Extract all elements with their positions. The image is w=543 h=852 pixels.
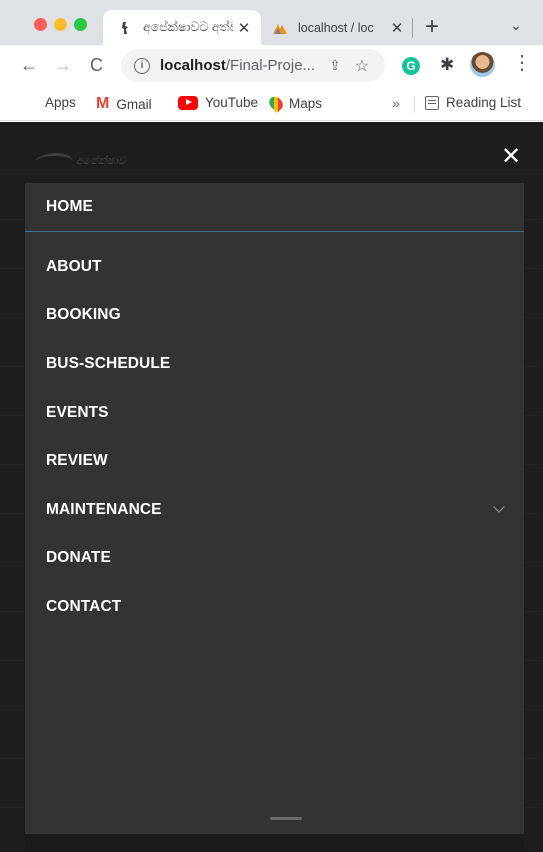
nav-item-label: BUS-SCHEDULE (46, 354, 171, 372)
share-icon[interactable]: ⇪ (329, 57, 341, 74)
nav-item-maintenance[interactable]: MAINTENANCE (25, 485, 524, 534)
bookmark-apps[interactable]: Apps (24, 95, 76, 110)
mobile-nav-menu: HOME ABOUT BOOKING BUS-SCHEDULE EVENTS R… (25, 183, 524, 834)
extensions-puzzle-icon[interactable]: ✱ (440, 55, 454, 75)
close-menu-button[interactable]: ✕ (500, 145, 522, 169)
youtube-icon (178, 95, 198, 110)
maps-icon (266, 93, 286, 114)
nav-item-label: MAINTENANCE (46, 500, 162, 518)
nav-item-label: ABOUT (46, 257, 102, 275)
page-footer-strip (25, 834, 524, 852)
bookmark-label: Apps (45, 95, 76, 110)
bookmark-label: YouTube (205, 95, 259, 110)
nav-item-about[interactable]: ABOUT (25, 242, 524, 291)
tab-inactive[interactable]: localhost / loc ✕ (266, 10, 414, 45)
site-info-icon[interactable]: i (134, 57, 150, 74)
gmail-icon: M (96, 95, 110, 112)
window-zoom-dot[interactable] (74, 18, 87, 31)
page-viewport: අපේක්ෂාව ✕ HOME ABOUT BOOKING BUS-SCHEDU… (0, 122, 543, 852)
bookmark-label: Maps (289, 95, 323, 111)
bookmark-label: Gmail (116, 96, 152, 112)
scroll-indicator (270, 817, 302, 820)
window-close-dot[interactable] (34, 18, 47, 31)
nav-item-label: EVENTS (46, 403, 109, 421)
window-minimize-dot[interactable] (54, 18, 67, 31)
reading-list-button[interactable]: Reading List (425, 95, 521, 110)
logo-text: අපේක්ෂාව (76, 154, 126, 167)
reading-list-icon (425, 95, 439, 110)
nav-item-label: CONTACT (46, 597, 122, 615)
url-path: /Final-Proje... (225, 57, 316, 74)
new-tab-button[interactable]: + (425, 14, 439, 40)
apps-grid-icon (24, 96, 38, 110)
tab-title: අපේක්ෂාවට අත්ව (143, 20, 233, 34)
forward-button[interactable]: → (54, 55, 72, 75)
bookmarks-bar: Apps M Gmail YouTube Maps » Reading List (0, 87, 543, 121)
address-bar[interactable]: i localhost /Final-Proje... ⇪ ☆ (121, 49, 385, 82)
nav-item-donate[interactable]: DONATE (25, 533, 524, 582)
browser-toolbar: ← → C i localhost /Final-Proje... ⇪ ☆ G … (0, 45, 543, 87)
nav-item-booking[interactable]: BOOKING (25, 290, 524, 339)
tab-close-icon[interactable]: ✕ (386, 19, 408, 37)
site-logo[interactable]: අපේක්ෂාව (30, 150, 144, 176)
tab-search-chevron-icon[interactable]: ⌄ (510, 17, 522, 34)
profile-avatar[interactable] (470, 52, 495, 77)
tab-active[interactable]: අපේක්ෂාවට අත්ව ✕ (103, 10, 261, 45)
back-button[interactable]: ← (20, 55, 38, 75)
chevron-down-icon[interactable] (493, 501, 505, 513)
nav-item-label: BOOKING (46, 305, 121, 323)
nav-item-events[interactable]: EVENTS (25, 388, 524, 437)
nav-item-home[interactable]: HOME (25, 183, 524, 232)
tab-close-icon[interactable]: ✕ (233, 19, 255, 37)
logo-wing-icon (30, 153, 76, 171)
bookmark-gmail[interactable]: M Gmail (96, 95, 152, 113)
bookmark-youtube[interactable]: YouTube (178, 95, 258, 110)
bookmarks-separator (414, 96, 415, 113)
browser-menu-icon[interactable]: ⋮ (512, 53, 532, 73)
bookmark-maps[interactable]: Maps (266, 93, 323, 114)
reload-button[interactable]: C (90, 55, 103, 75)
tab-title: localhost / loc (298, 20, 374, 35)
bookmarks-overflow-button[interactable]: » (392, 95, 400, 111)
nav-item-review[interactable]: REVIEW (25, 436, 524, 485)
reading-list-label: Reading List (446, 95, 522, 110)
url-host: localhost (160, 57, 226, 74)
nav-item-label: REVIEW (46, 451, 108, 469)
site-favicon-icon (122, 21, 128, 34)
nav-item-label: HOME (46, 198, 93, 215)
grammarly-extension-icon[interactable]: G (402, 57, 420, 75)
nav-item-bus-schedule[interactable]: BUS-SCHEDULE (25, 339, 524, 388)
browser-tab-strip: අපේක්ෂාවට අත්ව ✕ localhost / loc ✕ + ⌄ (0, 0, 543, 45)
nav-item-label: DONATE (46, 548, 111, 566)
tab-separator (412, 18, 413, 38)
bookmark-star-icon[interactable]: ☆ (355, 56, 369, 76)
nav-item-contact[interactable]: CONTACT (25, 582, 524, 631)
phpmyadmin-favicon-icon (273, 23, 287, 34)
